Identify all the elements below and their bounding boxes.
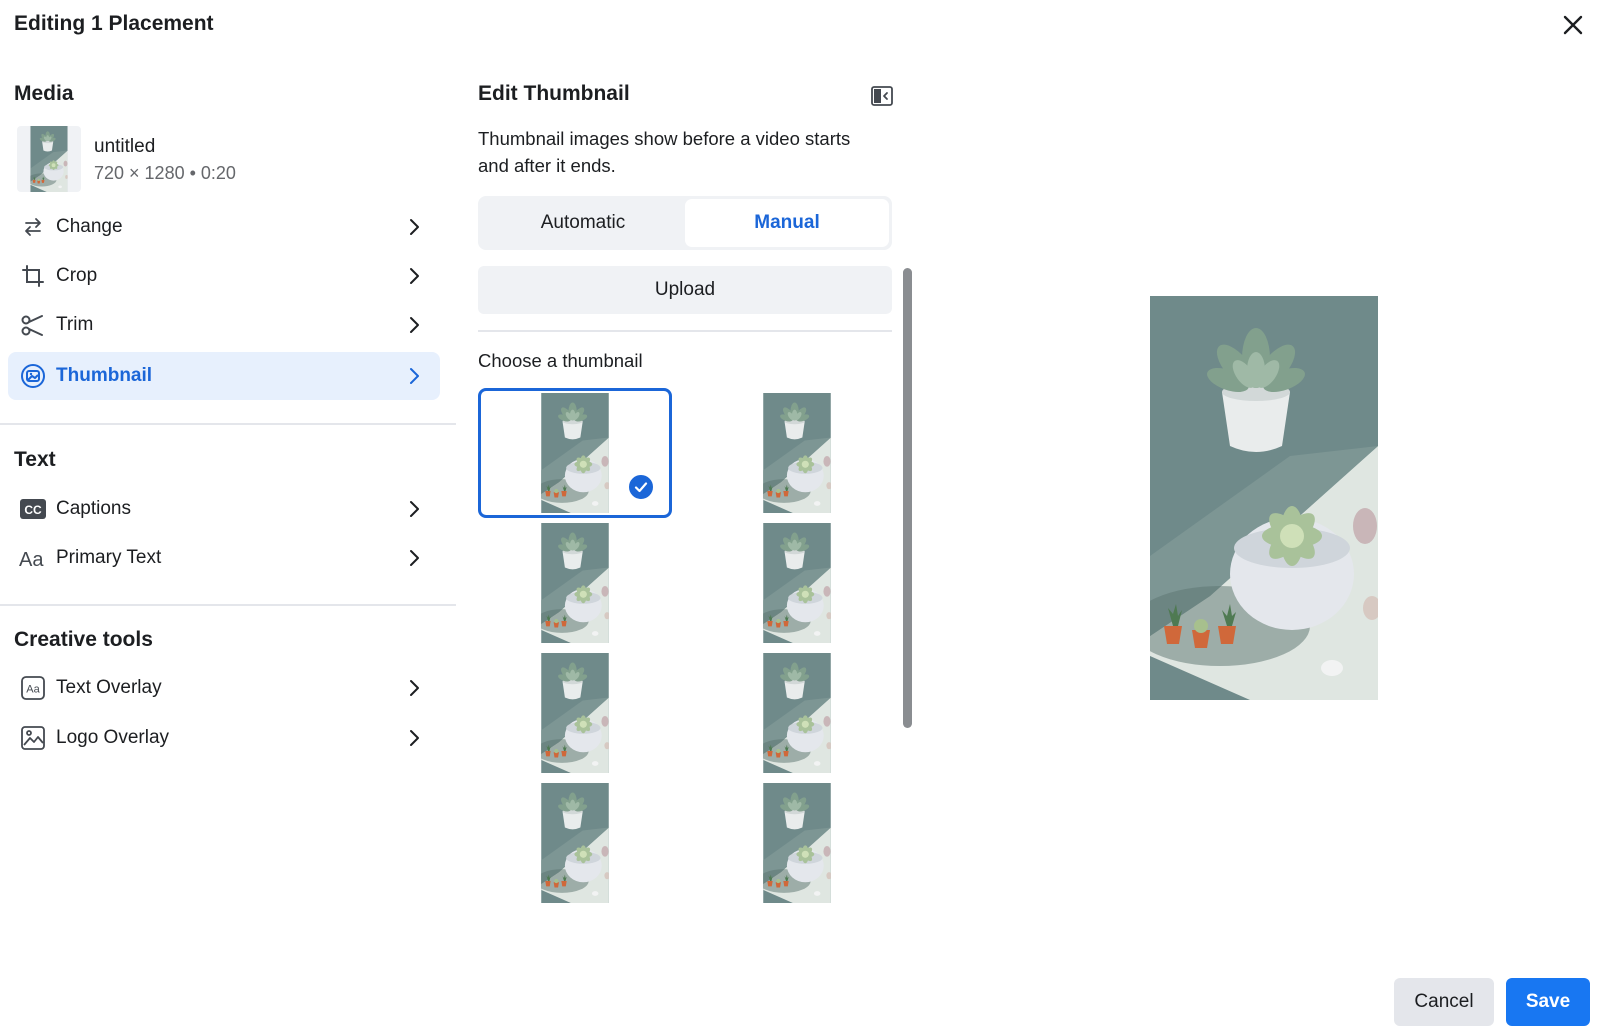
menu-item-label: Thumbnail xyxy=(56,365,153,386)
media-file-meta: 720 × 1280 • 0:20 xyxy=(94,163,236,183)
thumbnail-image xyxy=(541,783,609,903)
svg-text:CC: CC xyxy=(24,503,42,517)
media-file-name: untitled xyxy=(94,136,156,157)
left-panel: Media untitled 720 × 1280 • 0:20 Change … xyxy=(0,0,456,1032)
thumbnail-option[interactable] xyxy=(700,778,894,908)
scissors-icon xyxy=(18,310,48,340)
thumbnail-image xyxy=(763,783,831,903)
media-heading: Media xyxy=(14,82,74,105)
menu-item-label: Primary Text xyxy=(56,547,162,568)
chevron-right-icon xyxy=(402,676,426,700)
chevron-right-icon xyxy=(402,497,426,521)
menu-item-trim[interactable]: Trim xyxy=(8,301,440,349)
divider xyxy=(478,330,892,332)
thumbnail-image xyxy=(541,653,609,773)
thumbnail-option[interactable] xyxy=(700,648,894,778)
thumbnail-image xyxy=(763,523,831,643)
close-icon[interactable] xyxy=(1560,12,1586,38)
thumbnail-option[interactable] xyxy=(478,518,672,648)
thumbnail-option[interactable] xyxy=(478,778,672,908)
divider xyxy=(0,423,456,425)
chevron-right-icon xyxy=(402,215,426,239)
thumbnail-icon xyxy=(18,361,48,391)
thumbnail-option[interactable] xyxy=(700,518,894,648)
chevron-right-icon xyxy=(402,313,426,337)
thumbnail-image xyxy=(763,393,831,513)
menu-item-label: Change xyxy=(56,216,123,237)
video-preview xyxy=(1150,296,1378,700)
chevron-right-icon xyxy=(402,364,426,388)
menu-item-logo-overlay[interactable]: Logo Overlay xyxy=(8,714,440,762)
chevron-right-icon xyxy=(402,264,426,288)
checkmark-icon xyxy=(627,473,655,501)
edit-thumbnail-heading: Edit Thumbnail xyxy=(478,82,630,105)
scrollbar[interactable] xyxy=(903,268,912,728)
menu-item-primary-text[interactable]: Aa Primary Text xyxy=(8,534,440,582)
mode-automatic-button[interactable]: Automatic xyxy=(481,199,685,247)
menu-item-label: Captions xyxy=(56,498,131,519)
image-icon xyxy=(18,723,48,753)
crop-icon xyxy=(18,261,48,291)
chevron-right-icon xyxy=(402,726,426,750)
panel-toggle-icon[interactable] xyxy=(870,84,894,108)
font-aa-icon: Aa xyxy=(18,543,48,573)
menu-item-label: Crop xyxy=(56,265,98,286)
choose-thumbnail-label: Choose a thumbnail xyxy=(478,350,643,371)
thumbnail-option[interactable] xyxy=(478,648,672,778)
chevron-right-icon xyxy=(402,546,426,570)
divider xyxy=(0,604,456,606)
thumbnail-image xyxy=(763,653,831,773)
menu-item-thumbnail[interactable]: Thumbnail xyxy=(8,352,440,400)
thumbnail-mode-toggle: Automatic Manual xyxy=(478,196,892,250)
menu-item-change[interactable]: Change xyxy=(8,203,440,251)
save-button[interactable]: Save xyxy=(1506,978,1590,1026)
thumbnail-image xyxy=(541,523,609,643)
cc-icon: CC xyxy=(18,494,48,524)
mode-manual-button[interactable]: Manual xyxy=(685,199,889,247)
thumbnail-option[interactable] xyxy=(700,388,894,518)
menu-item-crop[interactable]: Crop xyxy=(8,252,440,300)
svg-text:Aa: Aa xyxy=(19,549,44,570)
media-thumbnail xyxy=(17,126,81,192)
menu-item-label: Text Overlay xyxy=(56,677,162,698)
swap-arrows-icon xyxy=(18,212,48,242)
creative-tools-heading: Creative tools xyxy=(14,628,153,651)
upload-button[interactable]: Upload xyxy=(478,266,892,314)
menu-item-text-overlay[interactable]: Aa Text Overlay xyxy=(8,664,440,712)
svg-text:Aa: Aa xyxy=(26,684,40,696)
thumbnail-option-selected[interactable] xyxy=(478,388,672,518)
text-heading: Text xyxy=(14,448,56,471)
thumbnail-image xyxy=(541,393,609,513)
menu-item-captions[interactable]: CC Captions xyxy=(8,485,440,533)
menu-item-label: Trim xyxy=(56,314,94,335)
thumbnail-description: Thumbnail images show before a video sta… xyxy=(478,128,851,176)
menu-item-label: Logo Overlay xyxy=(56,727,170,748)
text-overlay-icon: Aa xyxy=(18,673,48,703)
cancel-button[interactable]: Cancel xyxy=(1394,978,1494,1026)
